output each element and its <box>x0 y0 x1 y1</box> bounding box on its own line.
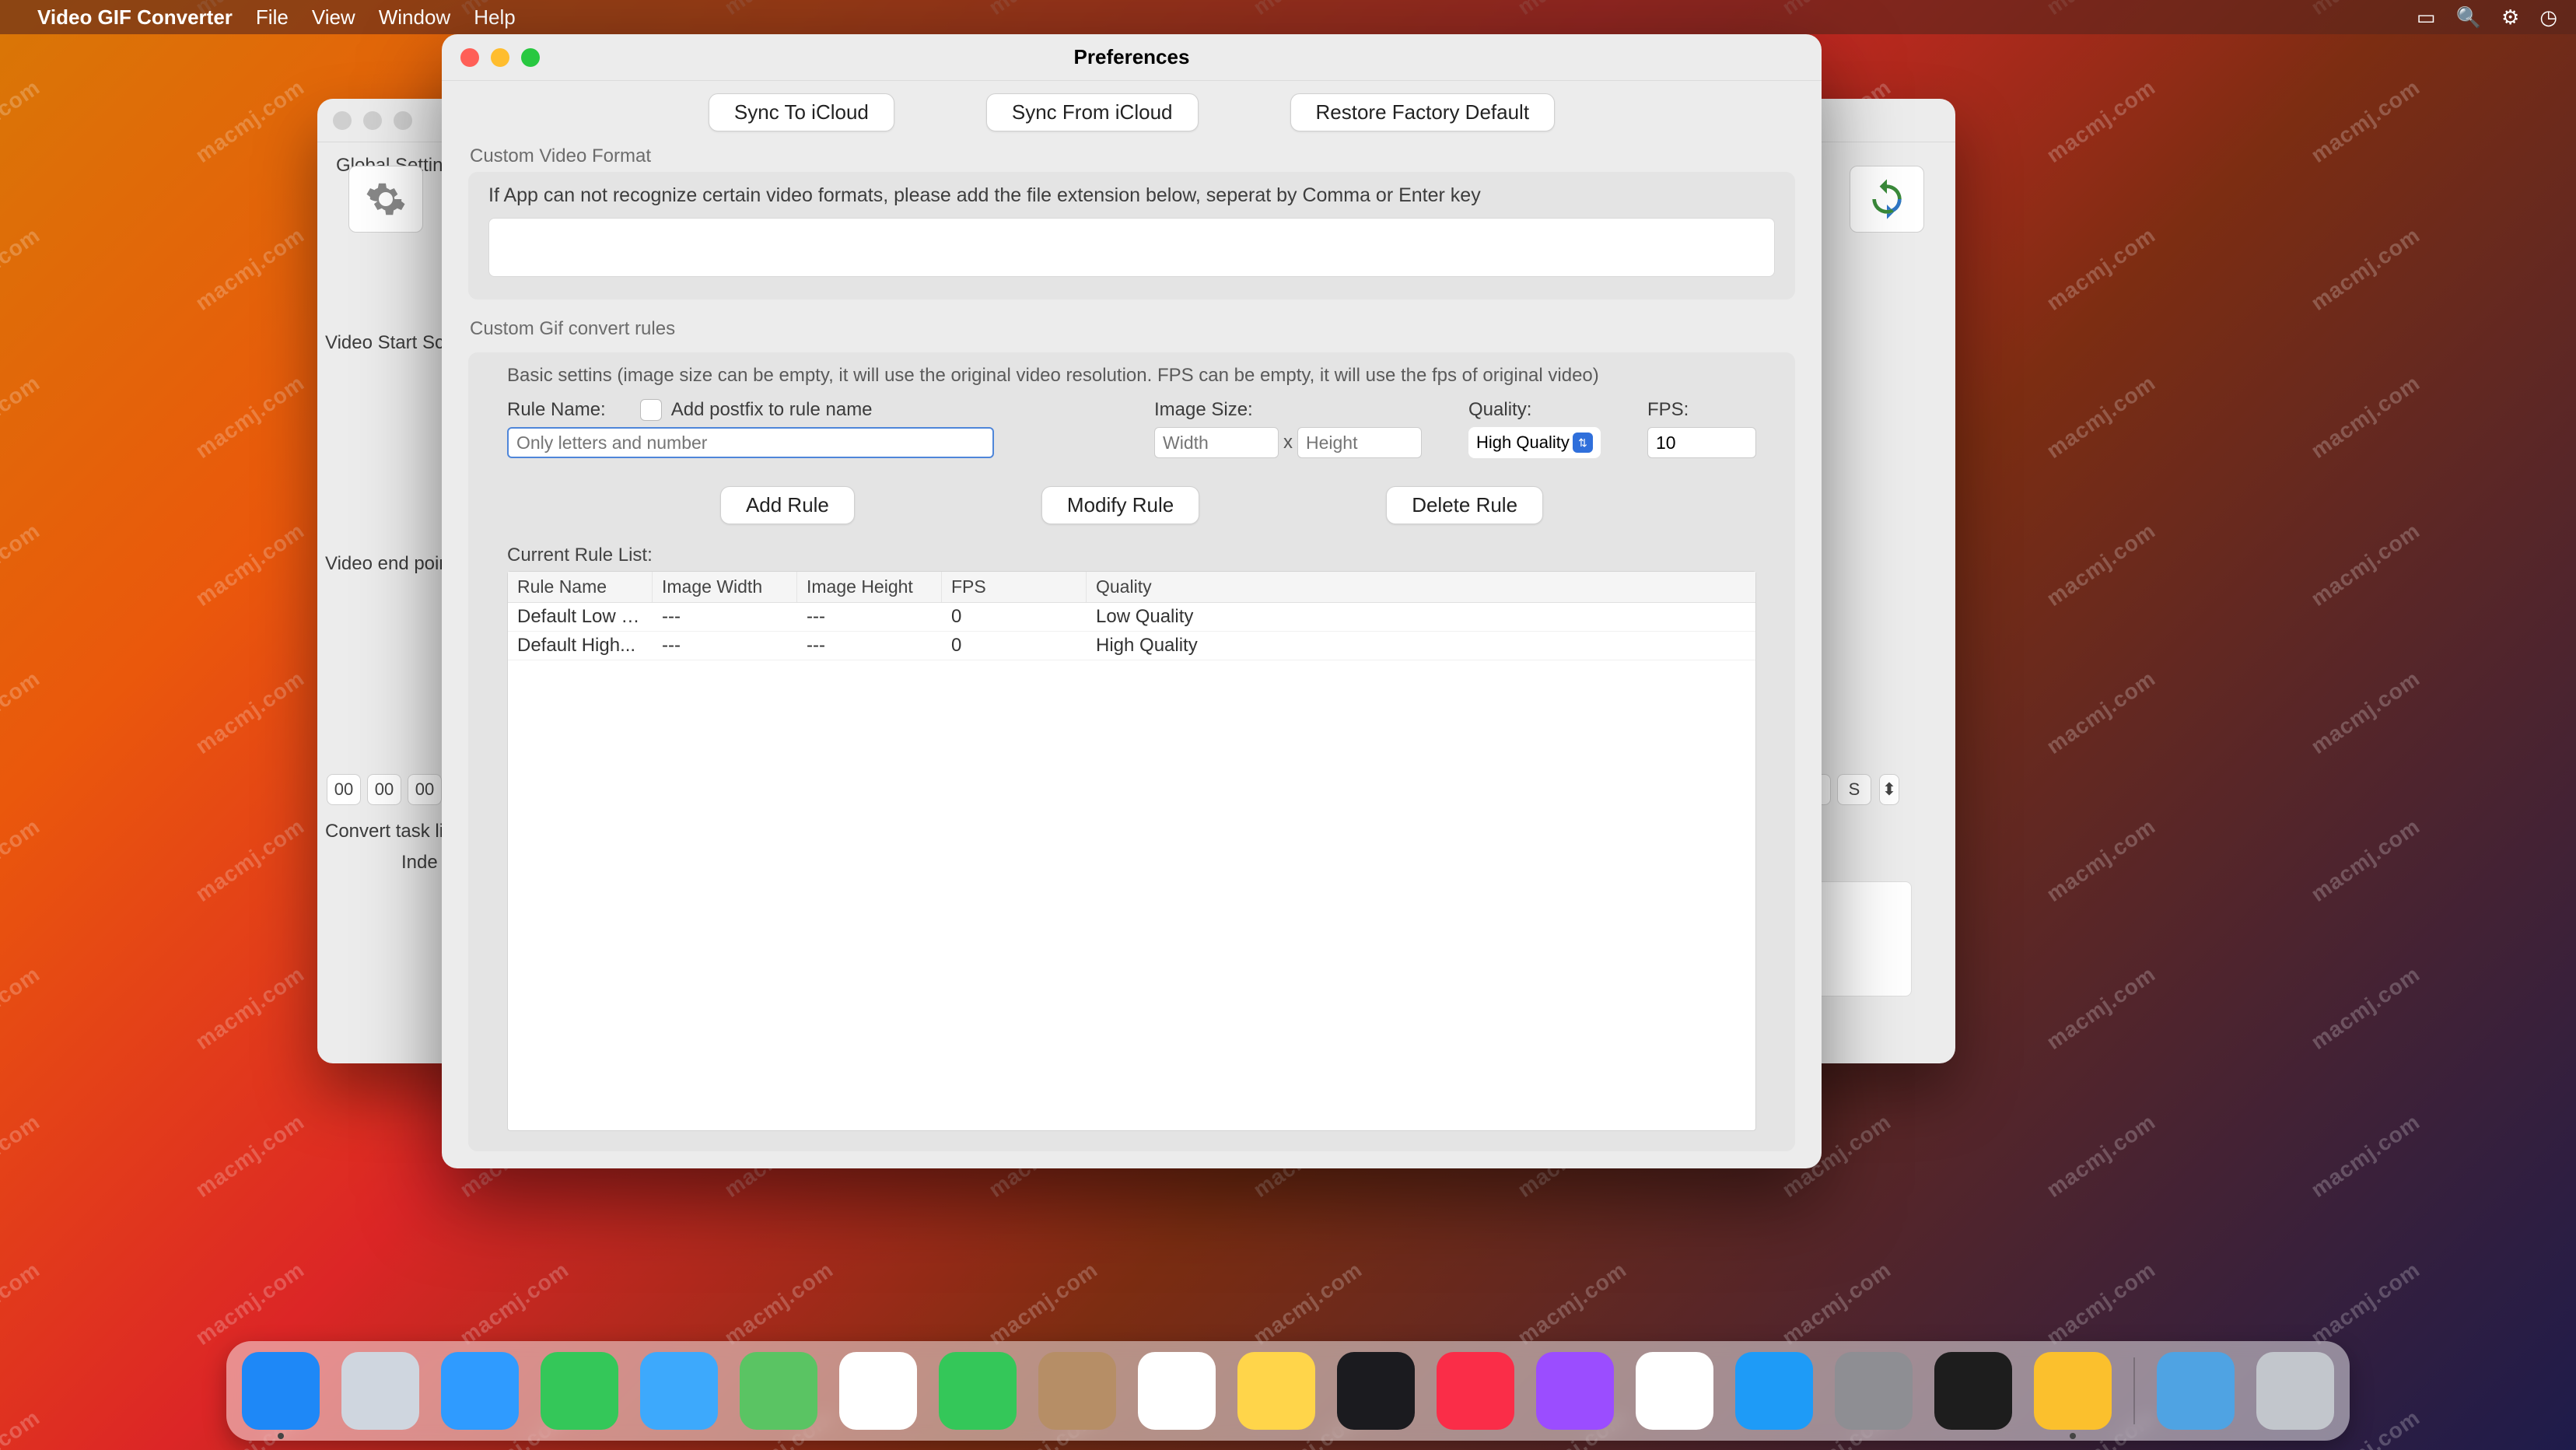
col-quality[interactable]: Quality <box>1087 572 1755 602</box>
pref-traffic-lights[interactable] <box>460 48 540 67</box>
rule-form: Rule Name: Add postfix to rule name Imag… <box>507 399 1756 458</box>
main-traffic-lights[interactable] <box>333 111 412 130</box>
dock-app-news[interactable] <box>1636 1352 1713 1430</box>
time-h-input[interactable]: 00 <box>327 774 361 805</box>
video-start-label: Video Start Sc <box>325 332 444 354</box>
dock-app-video-gif-converter[interactable] <box>2034 1352 2112 1430</box>
screen-mirroring-icon[interactable]: ▭ <box>2417 5 2436 30</box>
restore-factory-button[interactable]: Restore Factory Default <box>1290 93 1556 131</box>
add-postfix-checkbox[interactable] <box>640 399 662 421</box>
dock-app-mail[interactable] <box>640 1352 718 1430</box>
minimize-icon[interactable] <box>491 48 509 67</box>
dock <box>226 1341 2350 1441</box>
dock-separator <box>2133 1357 2135 1424</box>
dock-app-system-settings[interactable] <box>1835 1352 1913 1430</box>
preferences-window: Preferences Sync To iCloud Sync From iCl… <box>442 34 1822 1168</box>
width-input[interactable] <box>1154 427 1279 458</box>
dock-tray-downloads[interactable] <box>2157 1352 2235 1430</box>
settings-gear-button[interactable] <box>348 166 423 233</box>
formats-desc: If App can not recognize certain video f… <box>488 184 1775 207</box>
preferences-titlebar: Preferences <box>442 34 1822 81</box>
index-label: Inde <box>401 852 438 874</box>
video-end-label: Video end poin <box>325 553 450 575</box>
x-separator: x <box>1283 432 1293 454</box>
dock-app-facetime[interactable] <box>939 1352 1017 1430</box>
rules-panel: Basic settins (image size can be empty, … <box>468 352 1795 1151</box>
quality-select[interactable]: High Quality ⇅ <box>1468 427 1601 458</box>
formats-panel: If App can not recognize certain video f… <box>468 172 1795 299</box>
col-rule-name[interactable]: Rule Name <box>508 572 653 602</box>
select-chevrons-icon: ⇅ <box>1573 433 1593 453</box>
add-rule-button[interactable]: Add Rule <box>720 486 855 524</box>
col-image-height[interactable]: Image Height <box>797 572 942 602</box>
col-image-width[interactable]: Image Width <box>653 572 797 602</box>
dock-app-notes[interactable] <box>1237 1352 1315 1430</box>
refresh-button[interactable] <box>1850 166 1924 233</box>
rule-name-input[interactable] <box>507 427 994 458</box>
control-center-icon[interactable]: ⚙ <box>2501 5 2519 30</box>
dock-app-podcasts[interactable] <box>1536 1352 1614 1430</box>
fps-label: FPS: <box>1647 399 1756 421</box>
time-s-input[interactable]: 00 <box>408 774 442 805</box>
sync-from-icloud-button[interactable]: Sync From iCloud <box>986 93 1199 131</box>
dock-app-music[interactable] <box>1437 1352 1514 1430</box>
menubar-app-name[interactable]: Video GIF Converter <box>37 5 233 30</box>
hms-s: S <box>1837 774 1871 805</box>
height-input[interactable] <box>1297 427 1422 458</box>
dock-app-reminders[interactable] <box>1138 1352 1216 1430</box>
menu-view[interactable]: View <box>312 5 355 30</box>
quality-label: Quality: <box>1468 399 1601 421</box>
pref-toolbar: Sync To iCloud Sync From iCloud Restore … <box>442 81 1822 138</box>
dock-app-appstore[interactable] <box>1735 1352 1813 1430</box>
dock-app-finder[interactable] <box>242 1352 320 1430</box>
dock-app-photos[interactable] <box>839 1352 917 1430</box>
menu-file[interactable]: File <box>256 5 289 30</box>
dock-app-appletv[interactable] <box>1337 1352 1415 1430</box>
spotlight-icon[interactable]: 🔍 <box>2456 5 2481 30</box>
table-row[interactable]: Default Low Q... --- --- 0 Low Quality <box>508 603 1755 632</box>
convert-list-label: Convert task li <box>325 821 443 842</box>
formats-input[interactable] <box>488 218 1775 277</box>
table-row[interactable]: Default High... --- --- 0 High Quality <box>508 632 1755 660</box>
rule-buttons: Add Rule Modify Rule Delete Rule <box>507 486 1756 524</box>
rule-table: Rule Name Image Width Image Height FPS Q… <box>507 571 1756 1131</box>
add-postfix-label: Add postfix to rule name <box>671 399 873 421</box>
custom-gif-rules-title: Custom Gif convert rules <box>470 318 1795 340</box>
quality-value: High Quality <box>1476 433 1570 453</box>
dock-app-contacts[interactable] <box>1038 1352 1116 1430</box>
clock-icon[interactable]: ◷ <box>2539 5 2557 30</box>
delete-rule-button[interactable]: Delete Rule <box>1386 486 1543 524</box>
fps-input[interactable] <box>1647 427 1756 458</box>
image-size-label: Image Size: <box>1154 399 1422 421</box>
dock-tray-trash[interactable] <box>2256 1352 2334 1430</box>
menubar: Video GIF Converter File View Window Hel… <box>0 0 2576 34</box>
menu-help[interactable]: Help <box>474 5 515 30</box>
dock-app-safari[interactable] <box>441 1352 519 1430</box>
sync-to-icloud-button[interactable]: Sync To iCloud <box>709 93 894 131</box>
dock-app-terminal[interactable] <box>1934 1352 2012 1430</box>
preferences-title: Preferences <box>1074 45 1190 69</box>
rules-desc: Basic settins (image size can be empty, … <box>507 365 1756 387</box>
dock-app-messages[interactable] <box>541 1352 618 1430</box>
rule-list-title: Current Rule List: <box>507 545 1756 566</box>
hms-stepper[interactable]: ⬍ <box>1879 774 1899 805</box>
custom-video-format-title: Custom Video Format <box>470 145 1795 167</box>
zoom-icon[interactable] <box>521 48 540 67</box>
col-fps[interactable]: FPS <box>942 572 1087 602</box>
dock-app-launchpad[interactable] <box>341 1352 419 1430</box>
menu-window[interactable]: Window <box>379 5 450 30</box>
modify-rule-button[interactable]: Modify Rule <box>1041 486 1199 524</box>
time-m-input[interactable]: 00 <box>367 774 401 805</box>
rule-name-label: Rule Name: <box>507 399 606 421</box>
dock-app-maps[interactable] <box>740 1352 817 1430</box>
close-icon[interactable] <box>460 48 479 67</box>
